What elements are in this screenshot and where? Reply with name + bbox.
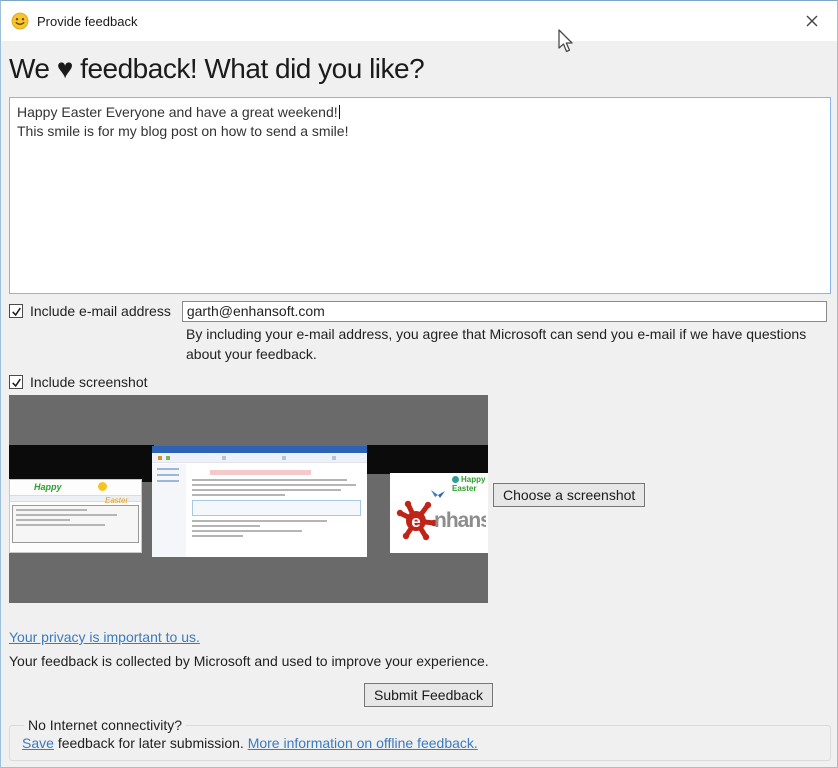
include-email-label[interactable]: Include e-mail address	[30, 303, 171, 319]
chick-icon	[98, 482, 107, 491]
offline-groupbox: No Internet connectivity? Save feedback …	[9, 717, 831, 761]
offline-info-link[interactable]: More information on offline feedback.	[248, 735, 478, 751]
provide-feedback-window: Provide feedback We ♥ feedback! What did…	[0, 0, 838, 768]
enhansoft-logo: e nhansoft	[394, 499, 486, 543]
preview-left-window: Happy Easter	[9, 479, 142, 553]
dialog-content: We ♥ feedback! What did you like? Happy …	[1, 51, 837, 761]
preview-black-strip-right	[367, 445, 488, 474]
leaf-icon	[452, 476, 459, 483]
email-row: Include e-mail address	[9, 300, 829, 322]
submit-feedback-button[interactable]: Submit Feedback	[364, 683, 493, 707]
screenshot-preview: Happy Easter	[9, 395, 488, 603]
titlebar: Provide feedback	[1, 1, 837, 41]
screenshot-row: Include screenshot	[9, 373, 829, 391]
checkmark-icon	[11, 306, 22, 317]
close-icon	[806, 15, 818, 27]
email-disclaimer: By including your e-mail address, you ag…	[186, 324, 829, 364]
text-caret	[339, 105, 340, 119]
save-link[interactable]: Save	[22, 735, 54, 751]
feedback-line2: This smile is for my blog post on how to…	[17, 122, 823, 141]
privacy-link[interactable]: Your privacy is important to us.	[9, 629, 200, 645]
screenshot-preview-row: Happy Easter	[9, 395, 829, 603]
smiley-icon	[11, 12, 29, 30]
svg-text:e: e	[411, 512, 420, 531]
preview-right-window: Happy Easter	[390, 473, 488, 553]
include-screenshot-checkbox[interactable]	[9, 375, 23, 389]
preview-center-window	[152, 446, 367, 557]
offline-text: Save feedback for later submission. More…	[22, 735, 818, 751]
enhansoft-gear-icon: e	[394, 499, 438, 543]
preview-black-strip-left	[9, 445, 154, 482]
close-button[interactable]	[797, 6, 827, 36]
choose-screenshot-button[interactable]: Choose a screenshot	[493, 483, 645, 507]
offline-legend: No Internet connectivity?	[24, 717, 186, 733]
mini-titlebar	[152, 446, 367, 453]
include-email-checkbox[interactable]	[9, 304, 23, 318]
checkmark-icon	[11, 377, 22, 388]
email-input[interactable]	[182, 301, 827, 322]
feedback-textarea[interactable]: Happy Easter Everyone and have a great w…	[9, 97, 831, 294]
page-title: We ♥ feedback! What did you like?	[9, 51, 829, 87]
butterfly-icon	[430, 489, 446, 501]
privacy-statement: Your feedback is collected by Microsoft …	[9, 653, 829, 669]
include-screenshot-label[interactable]: Include screenshot	[30, 374, 148, 390]
window-title: Provide feedback	[37, 14, 797, 29]
feedback-line1: Happy Easter Everyone and have a great w…	[17, 104, 338, 120]
